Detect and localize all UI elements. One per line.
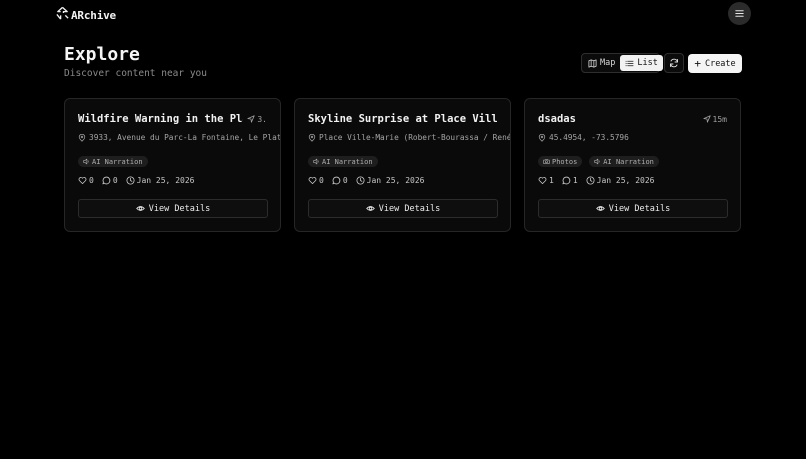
view-details-button[interactable]: View Details bbox=[308, 199, 498, 218]
likes-stat[interactable]: 0 bbox=[308, 176, 324, 185]
map-view-label: Map bbox=[600, 58, 616, 68]
tag-label: AI Narration bbox=[92, 157, 143, 166]
view-details-button[interactable]: View Details bbox=[538, 199, 728, 218]
camera-icon bbox=[543, 159, 550, 164]
likes-count: 0 bbox=[89, 176, 94, 185]
date-text: Jan 25, 2026 bbox=[596, 176, 655, 185]
card-stats: 0 0 Jan 25, 2026 bbox=[308, 176, 424, 185]
card-address: Place Ville-Marie (Robert-Bourassa / Ren… bbox=[308, 133, 510, 142]
create-button[interactable]: + Create bbox=[688, 54, 742, 73]
comments-stat[interactable]: 0 bbox=[102, 176, 118, 185]
hamburger-menu-icon bbox=[735, 10, 744, 17]
view-details-label: View Details bbox=[608, 203, 671, 214]
card-title: dsadas bbox=[538, 113, 576, 125]
app-logo[interactable]: ARchive bbox=[55, 5, 116, 22]
clock-icon bbox=[126, 176, 135, 185]
view-toggle: Map List bbox=[581, 53, 663, 73]
ar-logo-icon bbox=[56, 6, 69, 20]
eye-icon bbox=[595, 206, 605, 211]
comments-count: 0 bbox=[112, 176, 118, 185]
plus-icon: + bbox=[694, 56, 701, 70]
eye-icon bbox=[135, 206, 145, 211]
comments-count: 1 bbox=[572, 176, 578, 185]
address-text: Place Ville-Marie (Robert-Bourassa / Ren… bbox=[319, 133, 510, 142]
map-view-button[interactable]: Map bbox=[583, 55, 620, 71]
tag-label: AI Narration bbox=[603, 157, 654, 166]
date-stat: Jan 25, 2026 bbox=[126, 176, 195, 185]
card-header: Skyline Surprise at Place Ville Marie bbox=[308, 113, 497, 125]
distance-value: 15m bbox=[712, 114, 727, 124]
navigation-arrow-icon bbox=[247, 115, 255, 123]
card-address: 3933, Avenue du Parc-La Fontaine, Le Pla… bbox=[78, 133, 280, 142]
list-icon bbox=[625, 60, 634, 66]
list-view-label: List bbox=[637, 58, 658, 68]
tag-ai-narration: AI Narration bbox=[589, 156, 659, 167]
card-address: 45.4954, -73.5796 bbox=[538, 133, 740, 142]
distance-value: 3. bbox=[257, 114, 267, 124]
speaker-icon bbox=[594, 158, 600, 165]
card-tags: Photos AI Narration bbox=[538, 156, 659, 167]
heart-icon bbox=[78, 177, 87, 185]
location-pin-icon bbox=[538, 133, 546, 142]
card-title: Skyline Surprise at Place Ville Marie bbox=[308, 113, 497, 125]
comment-icon bbox=[102, 176, 111, 185]
comments-count: 0 bbox=[342, 176, 348, 185]
refresh-button[interactable] bbox=[664, 53, 684, 73]
tag-photos: Photos bbox=[538, 156, 583, 167]
comments-stat[interactable]: 0 bbox=[332, 176, 348, 185]
navigation-arrow-icon bbox=[702, 115, 711, 123]
heart-icon bbox=[538, 177, 547, 185]
view-details-label: View Details bbox=[378, 203, 441, 214]
page-title: Explore bbox=[64, 44, 140, 65]
tag-ai-narration: AI Narration bbox=[78, 156, 148, 167]
menu-button[interactable] bbox=[728, 2, 751, 25]
card-stats: 0 0 Jan 25, 2026 bbox=[78, 176, 194, 185]
card-distance: 3. bbox=[247, 115, 267, 124]
speaker-icon bbox=[83, 158, 89, 165]
card-tags: AI Narration bbox=[78, 156, 148, 167]
likes-stat[interactable]: 0 bbox=[78, 176, 94, 185]
tag-ai-narration: AI Narration bbox=[308, 156, 378, 167]
comment-icon bbox=[332, 176, 341, 185]
view-details-label: View Details bbox=[148, 203, 211, 214]
app-name: ARchive bbox=[71, 9, 116, 22]
create-label: Create bbox=[704, 58, 736, 69]
card-stats: 1 1 Jan 25, 2026 bbox=[538, 176, 654, 185]
date-stat: Jan 25, 2026 bbox=[356, 176, 425, 185]
date-stat: Jan 25, 2026 bbox=[586, 176, 655, 185]
heart-icon bbox=[308, 177, 317, 185]
comments-stat[interactable]: 1 bbox=[562, 176, 578, 185]
card-distance: 15m bbox=[702, 114, 727, 124]
list-view-button[interactable]: List bbox=[620, 55, 663, 71]
comment-icon bbox=[562, 176, 571, 185]
refresh-icon bbox=[670, 58, 678, 68]
likes-count: 1 bbox=[549, 176, 554, 185]
card-tags: AI Narration bbox=[308, 156, 378, 167]
likes-stat[interactable]: 1 bbox=[538, 176, 554, 185]
view-details-button[interactable]: View Details bbox=[78, 199, 268, 218]
page-subtitle: Discover content near you bbox=[64, 68, 207, 79]
eye-icon bbox=[365, 206, 375, 211]
card-header: dsadas 15m bbox=[538, 113, 727, 125]
clock-icon bbox=[586, 176, 595, 185]
tag-label: Photos bbox=[552, 157, 578, 166]
address-text: 45.4954, -73.5796 bbox=[549, 133, 629, 142]
content-card[interactable]: Wildfire Warning in the Plateau 3. 3933,… bbox=[64, 98, 281, 232]
address-text: 3933, Avenue du Parc-La Fontaine, Le Pla… bbox=[89, 133, 280, 142]
clock-icon bbox=[356, 176, 365, 185]
tag-label: AI Narration bbox=[322, 157, 373, 166]
location-pin-icon bbox=[78, 133, 86, 142]
location-pin-icon bbox=[308, 133, 316, 142]
map-icon bbox=[588, 58, 597, 68]
card-title: Wildfire Warning in the Plateau bbox=[78, 113, 243, 125]
top-bar: ARchive bbox=[0, 0, 806, 28]
content-card[interactable]: Skyline Surprise at Place Ville Marie Pl… bbox=[294, 98, 511, 232]
likes-count: 0 bbox=[319, 176, 324, 185]
speaker-icon bbox=[313, 158, 319, 165]
date-text: Jan 25, 2026 bbox=[366, 176, 425, 185]
content-card[interactable]: dsadas 15m 45.4954, -73.5796 Photos AI N… bbox=[524, 98, 741, 232]
date-text: Jan 25, 2026 bbox=[136, 176, 195, 185]
card-header: Wildfire Warning in the Plateau 3. bbox=[78, 113, 267, 125]
